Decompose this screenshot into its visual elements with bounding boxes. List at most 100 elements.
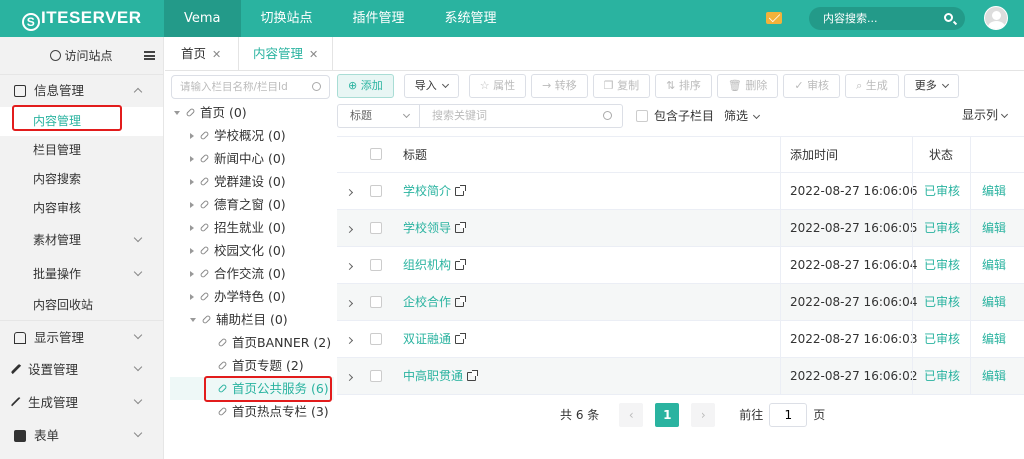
tree-node[interactable]: 辅助栏目 (0) bbox=[190, 308, 288, 331]
row-title-link[interactable]: 学校简介 bbox=[403, 184, 451, 198]
display-columns-dropdown[interactable]: 显示列 bbox=[962, 106, 1009, 124]
checkbox-icon[interactable] bbox=[636, 110, 648, 122]
caret-right-icon[interactable] bbox=[190, 179, 194, 185]
tab-content-manage[interactable]: 内容管理 ✕ bbox=[238, 37, 334, 72]
submenu-recycle[interactable]: 内容回收站 bbox=[0, 291, 163, 320]
row-title-link[interactable]: 中高职贯通 bbox=[403, 369, 463, 383]
row-status[interactable]: 已审核 bbox=[924, 321, 960, 357]
expand-row-icon[interactable] bbox=[337, 358, 361, 394]
row-status[interactable]: 已审核 bbox=[924, 173, 960, 209]
prev-page-button[interactable]: ‹ bbox=[619, 403, 644, 427]
more-button[interactable]: 更多 bbox=[903, 74, 959, 98]
copy-button[interactable]: ❐ 复制 bbox=[592, 74, 651, 98]
topnav-site[interactable]: Vema bbox=[164, 0, 241, 37]
sort-button[interactable]: ⇅ 排序 bbox=[655, 74, 712, 98]
caret-right-icon[interactable] bbox=[190, 133, 194, 139]
menu-forms[interactable]: 表单 bbox=[0, 419, 163, 452]
tree-node[interactable]: 德育之窗 (0) bbox=[190, 193, 286, 216]
tree-node[interactable]: 新闻中心 (0) bbox=[190, 147, 286, 170]
attributes-button[interactable]: ☆ 属性 bbox=[468, 74, 527, 98]
submenu-channel-manage[interactable]: 栏目管理 bbox=[0, 136, 163, 165]
expand-row-icon[interactable] bbox=[337, 247, 361, 283]
row-status[interactable]: 已审核 bbox=[924, 358, 960, 394]
external-link-icon[interactable] bbox=[467, 370, 479, 381]
row-status[interactable]: 已审核 bbox=[924, 284, 960, 320]
table-row[interactable]: 企校合作 2022-08-27 16:06:04 已审核 编辑 bbox=[337, 284, 1024, 321]
row-title-link[interactable]: 企校合作 bbox=[403, 295, 451, 309]
submenu-content-search[interactable]: 内容搜索 bbox=[0, 165, 163, 194]
header-status[interactable]: 状态 bbox=[929, 137, 953, 172]
row-title-link[interactable]: 学校领导 bbox=[403, 221, 451, 235]
keyword-input[interactable]: 搜索关键词 bbox=[432, 105, 487, 127]
menu-settings-manage[interactable]: 设置管理 bbox=[0, 353, 163, 386]
topnav-switch-site[interactable]: 切换站点 bbox=[241, 0, 333, 37]
tree-node[interactable]: 党群建设 (0) bbox=[190, 170, 286, 193]
tree-node-selected[interactable]: 首页公共服务 (6) bbox=[170, 377, 334, 400]
caret-down-icon[interactable] bbox=[190, 318, 196, 322]
row-title[interactable]: 企校合作 bbox=[403, 284, 467, 320]
row-title[interactable]: 双证融通 bbox=[403, 321, 467, 357]
row-title[interactable]: 中高职贯通 bbox=[403, 358, 479, 394]
expand-row-icon[interactable] bbox=[337, 210, 361, 246]
topnav-system[interactable]: 系统管理 bbox=[425, 0, 517, 37]
menu-fold-icon[interactable] bbox=[144, 51, 155, 60]
checkbox-icon[interactable] bbox=[370, 370, 382, 382]
tree-node[interactable]: 招生就业 (0) bbox=[190, 216, 286, 239]
row-edit-link[interactable]: 编辑 bbox=[982, 284, 1006, 320]
caret-right-icon[interactable] bbox=[190, 156, 194, 162]
row-title[interactable]: 学校简介 bbox=[403, 173, 467, 209]
table-row[interactable]: 中高职贯通 2022-08-27 16:06:02 已审核 编辑 bbox=[337, 358, 1024, 395]
table-row[interactable]: 学校领导 2022-08-27 16:06:05 已审核 编辑 bbox=[337, 210, 1024, 247]
caret-right-icon[interactable] bbox=[190, 225, 194, 231]
expand-row-icon[interactable] bbox=[337, 321, 361, 357]
table-row[interactable]: 组织机构 2022-08-27 16:06:04 已审核 编辑 bbox=[337, 247, 1024, 284]
tab-home[interactable]: 首页 ✕ bbox=[167, 37, 235, 71]
expand-row-icon[interactable] bbox=[337, 173, 361, 209]
row-checkbox[interactable] bbox=[370, 369, 382, 405]
table-row[interactable]: 双证融通 2022-08-27 16:06:03 已审核 编辑 bbox=[337, 321, 1024, 358]
row-title-link[interactable]: 双证融通 bbox=[403, 332, 451, 346]
checkbox-icon[interactable] bbox=[370, 333, 382, 345]
row-edit-link[interactable]: 编辑 bbox=[982, 173, 1006, 209]
row-edit-link[interactable]: 编辑 bbox=[982, 210, 1006, 246]
transfer-button[interactable]: → 转移 bbox=[531, 74, 588, 98]
content-search-input[interactable]: 内容搜索... bbox=[809, 7, 965, 30]
search-icon[interactable] bbox=[603, 111, 612, 120]
close-icon[interactable]: ✕ bbox=[212, 48, 221, 61]
tree-node[interactable]: 合作交流 (0) bbox=[190, 262, 286, 285]
header-title[interactable]: 标题 bbox=[403, 137, 427, 172]
topnav-plugins[interactable]: 插件管理 bbox=[333, 0, 425, 37]
tree-node[interactable]: 校园文化 (0) bbox=[190, 239, 286, 262]
mail-icon[interactable] bbox=[766, 12, 782, 24]
row-edit-link[interactable]: 编辑 bbox=[982, 247, 1006, 283]
submenu-batch[interactable]: 批量操作 bbox=[0, 257, 163, 291]
search-field-select[interactable]: 标题 bbox=[338, 105, 420, 127]
close-icon[interactable]: ✕ bbox=[309, 48, 318, 61]
row-status[interactable]: 已审核 bbox=[924, 210, 960, 246]
goto-page-input[interactable] bbox=[769, 403, 808, 427]
search-icon[interactable] bbox=[944, 13, 953, 22]
row-status[interactable]: 已审核 bbox=[924, 247, 960, 283]
caret-down-icon[interactable] bbox=[174, 111, 180, 115]
add-button[interactable]: ⊕ 添加 bbox=[337, 74, 394, 98]
site-logo[interactable]: S ITESERVER bbox=[22, 8, 142, 31]
visit-site-link[interactable]: 访问站点 bbox=[0, 37, 163, 75]
external-link-icon[interactable] bbox=[455, 259, 467, 270]
page-button[interactable]: 1 bbox=[655, 403, 680, 427]
submenu-content-review[interactable]: 内容审核 bbox=[0, 194, 163, 223]
external-link-icon[interactable] bbox=[455, 185, 467, 196]
channel-search-input[interactable]: 请输入栏目名称/栏目Id bbox=[171, 75, 330, 99]
submenu-content-manage[interactable]: 内容管理 bbox=[0, 107, 163, 136]
caret-right-icon[interactable] bbox=[190, 271, 194, 277]
delete-button[interactable]: 🗑 删除 bbox=[716, 74, 779, 98]
review-button[interactable]: ✓ 审核 bbox=[783, 74, 841, 98]
menu-generate-manage[interactable]: 生成管理 bbox=[0, 386, 163, 419]
checkbox-icon[interactable] bbox=[370, 259, 382, 271]
submenu-material[interactable]: 素材管理 bbox=[0, 223, 163, 257]
import-button[interactable]: 导入 bbox=[403, 74, 459, 98]
external-link-icon[interactable] bbox=[455, 296, 467, 307]
row-title[interactable]: 学校领导 bbox=[403, 210, 467, 246]
checkbox-icon[interactable] bbox=[370, 296, 382, 308]
menu-info-manage[interactable]: 信息管理 bbox=[0, 75, 163, 107]
row-title[interactable]: 组织机构 bbox=[403, 247, 467, 283]
